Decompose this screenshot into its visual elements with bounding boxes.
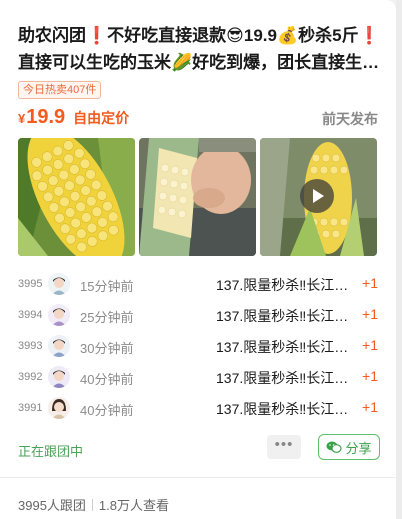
order-row[interactable]: 3992 40分钟前 137.限量秒杀‼长江… +1 (18, 363, 382, 394)
boy-avatar-purple (48, 304, 70, 326)
order-time: 40分钟前 (80, 372, 134, 387)
hot-sales-badge: 今日热卖407件 (18, 81, 102, 99)
order-number: 3995 (18, 278, 43, 290)
order-item: 137.限量秒杀‼长江… (216, 370, 349, 386)
order-item: 137.限量秒杀‼长江… (216, 339, 349, 355)
corn-cob-image (18, 138, 135, 256)
price-tag: 自由定价 (73, 110, 130, 126)
order-row[interactable]: 3994 25分钟前 137.限量秒杀‼长江… +1 (18, 301, 382, 332)
order-item: 137.限量秒杀‼长江… (216, 277, 349, 293)
page-edge (396, 0, 402, 519)
order-time: 30分钟前 (80, 341, 134, 356)
posted-time: 前天发布 (322, 111, 378, 127)
order-row[interactable]: 3995 15分钟前 137.限量秒杀‼长江… +1 (18, 270, 382, 301)
share-label: 分享 (345, 440, 372, 456)
order-list: 3995 15分钟前 137.限量秒杀‼长江… +1 3994 25分钟前 13… (18, 270, 382, 425)
group-stats: 3995人跟团 1.8万人查看 (18, 495, 169, 514)
price-row: ¥ 19.9 自由定价 (18, 106, 129, 130)
price-value: 19.9 (26, 106, 66, 128)
corn-photo-1[interactable] (18, 138, 135, 256)
group-buy-card[interactable]: 助农闪团❗不好吃直接退款😎19.9💰秒杀5斤❗直接可以生吃的玉米🌽好吃到爆，团长… (0, 0, 396, 519)
boy-avatar (48, 273, 70, 295)
order-time: 25分钟前 (80, 310, 134, 325)
order-number: 3992 (18, 371, 43, 383)
order-time: 15分钟前 (80, 279, 134, 294)
currency-symbol: ¥ (18, 111, 26, 126)
following-status: 正在跟团中 (18, 444, 84, 459)
share-button[interactable]: 分享 (318, 434, 380, 460)
corn-video[interactable] (260, 138, 377, 256)
boy-avatar-purple (48, 366, 70, 388)
divider (0, 477, 396, 478)
order-number: 3993 (18, 340, 43, 352)
order-quantity: +1 (362, 399, 378, 415)
order-number: 3991 (18, 402, 43, 414)
order-quantity: +1 (362, 306, 378, 322)
participant-count: 3995人跟团 (18, 498, 86, 513)
post-title[interactable]: 助农闪团❗不好吃直接退款😎19.9💰秒杀5斤❗直接可以生吃的玉米🌽好吃到爆，团长… (18, 22, 384, 76)
order-item: 137.限量秒杀‼长江… (216, 308, 349, 324)
corn-in-hand-image (139, 138, 256, 256)
boy-avatar (48, 335, 70, 357)
order-row[interactable]: 3993 30分钟前 137.限量秒杀‼长江… +1 (18, 332, 382, 363)
wechat-icon (326, 441, 343, 453)
view-count: 1.8万人查看 (98, 498, 169, 513)
order-item: 137.限量秒杀‼长江… (216, 401, 349, 417)
more-button[interactable]: ••• (267, 435, 301, 459)
order-row[interactable]: 3991 40分钟前 137.限量秒杀‼长江… +1 (18, 394, 382, 425)
order-quantity: +1 (362, 275, 378, 291)
order-time: 40分钟前 (80, 403, 134, 418)
stats-separator (91, 498, 93, 511)
play-icon[interactable] (300, 179, 334, 213)
corn-photo-2[interactable] (139, 138, 256, 256)
order-number: 3994 (18, 309, 43, 321)
girl-avatar (48, 397, 70, 419)
order-quantity: +1 (362, 368, 378, 384)
order-quantity: +1 (362, 337, 378, 353)
